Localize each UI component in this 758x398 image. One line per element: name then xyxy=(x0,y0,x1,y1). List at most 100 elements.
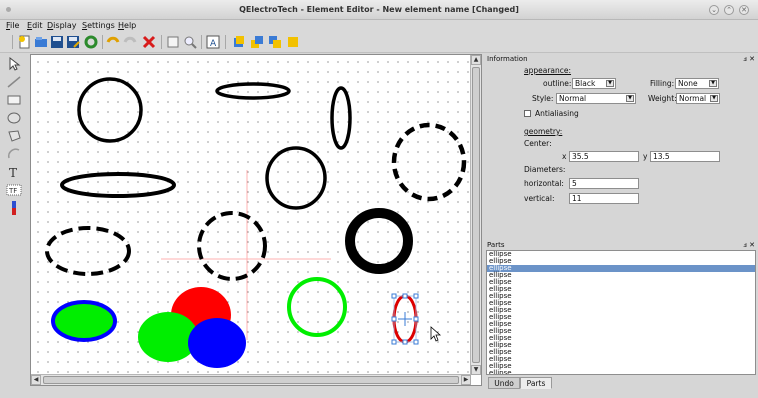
center-y-field[interactable]: 13.5 xyxy=(650,151,720,162)
parts-list-item[interactable]: ellipse xyxy=(487,279,755,286)
text-field-icon[interactable]: TF xyxy=(6,182,22,198)
tab-undo[interactable]: Undo xyxy=(488,377,520,389)
undo-icon[interactable] xyxy=(106,35,120,49)
center-x-field[interactable]: 35.5 xyxy=(569,151,639,162)
resize-handle[interactable] xyxy=(391,293,397,299)
menu-display[interactable]: Display xyxy=(47,21,77,30)
parts-list-item[interactable]: ellipse xyxy=(487,258,755,265)
parts-list-item[interactable]: ellipse xyxy=(487,293,755,300)
filling-select[interactable]: None ▼ xyxy=(675,78,719,89)
scroll-right-icon[interactable]: ▶ xyxy=(461,375,471,385)
parts-list[interactable]: ellipse ellipse ellipse ellipse ellipse ellip… xyxy=(486,250,756,375)
drawing-area[interactable]: ▲ ▼ ◀ ▶ xyxy=(30,54,482,386)
ellipse-shape[interactable] xyxy=(60,172,176,198)
parts-list-item[interactable]: ellipse xyxy=(487,265,755,272)
horizontal-diameter-field[interactable]: 5 xyxy=(569,178,639,189)
selected-ellipse[interactable] xyxy=(391,293,419,345)
close-button[interactable]: ✕ xyxy=(739,5,749,15)
menu-file[interactable]: File xyxy=(6,21,19,30)
ellipse-icon[interactable] xyxy=(6,110,22,126)
parts-list-item[interactable]: ellipse xyxy=(487,272,755,279)
resize-handle[interactable] xyxy=(413,293,419,299)
new-icon[interactable] xyxy=(18,35,32,49)
menu-edit[interactable]: Edit xyxy=(27,21,43,30)
weight-label: Weight: xyxy=(648,94,677,103)
parts-list-item[interactable]: ellipse xyxy=(487,349,755,356)
menu-help[interactable]: Help xyxy=(118,21,136,30)
resize-handle[interactable] xyxy=(413,316,419,322)
terminal-icon[interactable] xyxy=(6,200,22,216)
delete-icon[interactable] xyxy=(142,35,156,49)
resize-handle[interactable] xyxy=(391,339,397,345)
vertical-diameter-field[interactable]: 11 xyxy=(569,193,639,204)
lower-icon[interactable] xyxy=(268,35,282,49)
antialiasing-checkbox[interactable] xyxy=(524,110,531,117)
menu-settings[interactable]: Settings xyxy=(82,21,115,30)
pointer-icon[interactable] xyxy=(6,56,22,72)
ellipse-shape[interactable] xyxy=(265,146,327,210)
save-as-icon[interactable] xyxy=(66,35,80,49)
parts-list-item[interactable]: ellipse xyxy=(487,307,755,314)
ellipse-shape[interactable] xyxy=(330,86,352,150)
scroll-down-icon[interactable]: ▼ xyxy=(471,365,481,375)
arc-icon[interactable] xyxy=(6,146,22,162)
rectangle-icon[interactable] xyxy=(6,92,22,108)
line-icon[interactable] xyxy=(6,74,22,90)
parts-list-item[interactable]: ellipse xyxy=(487,356,755,363)
raise-icon[interactable] xyxy=(250,35,264,49)
resize-handle[interactable] xyxy=(402,339,408,345)
parts-list-item[interactable]: ellipse xyxy=(487,342,755,349)
vertical-scrollbar[interactable]: ▲ ▼ xyxy=(470,55,481,375)
horizontal-scroll-thumb[interactable] xyxy=(43,376,459,384)
weight-select[interactable]: Normal ▼ xyxy=(676,93,720,104)
minimize-button[interactable]: ⌄ xyxy=(709,5,719,15)
resize-handle[interactable] xyxy=(413,339,419,345)
parts-list-item[interactable]: ellipse xyxy=(487,328,755,335)
save-icon[interactable] xyxy=(50,35,64,49)
open-icon[interactable] xyxy=(34,35,48,49)
maximize-button[interactable]: ⌃ xyxy=(724,5,734,15)
parts-list-item[interactable]: ellipse xyxy=(487,370,755,375)
outline-label: outline: xyxy=(543,79,572,88)
bring-forward-icon[interactable] xyxy=(232,35,246,49)
ellipse-shape[interactable] xyxy=(45,226,131,276)
ellipse-shape[interactable] xyxy=(77,77,143,143)
polygon-icon[interactable] xyxy=(6,128,22,144)
ellipse-shape[interactable] xyxy=(345,208,413,274)
toolbar: A xyxy=(0,31,758,53)
parts-list-item[interactable]: ellipse xyxy=(487,286,755,293)
parts-list-item[interactable]: ellipse xyxy=(487,300,755,307)
vertical-scroll-thumb[interactable] xyxy=(472,67,480,363)
text-tool-icon[interactable]: T xyxy=(6,164,22,180)
style-select[interactable]: Normal ▼ xyxy=(556,93,636,104)
reload-icon[interactable] xyxy=(84,35,98,49)
outline-select[interactable]: Black ▼ xyxy=(572,78,616,89)
text-icon[interactable]: A xyxy=(206,35,220,49)
ellipse-shape[interactable] xyxy=(391,122,467,202)
ellipse-shape[interactable] xyxy=(51,300,117,342)
y-label: y xyxy=(643,152,648,161)
chevron-down-icon: ▼ xyxy=(606,80,614,87)
tab-parts[interactable]: Parts xyxy=(520,377,552,389)
select-all-icon[interactable] xyxy=(166,35,180,49)
resize-handle[interactable] xyxy=(402,293,408,299)
parts-list-item[interactable]: ellipse xyxy=(487,321,755,328)
ellipse-shape[interactable] xyxy=(215,82,291,100)
ellipse-shape[interactable] xyxy=(197,211,267,281)
horizontal-scrollbar[interactable]: ◀ ▶ xyxy=(31,374,471,385)
canvas-grid[interactable] xyxy=(31,55,471,375)
parts-list-item[interactable]: ellipse xyxy=(487,251,755,258)
dock-float-close-icon[interactable]: ⅎ ✕ xyxy=(743,54,755,64)
parts-list-item[interactable]: ellipse xyxy=(487,335,755,342)
ellipse-shape[interactable] xyxy=(188,318,246,368)
parts-list-item[interactable]: ellipse xyxy=(487,314,755,321)
resize-handle[interactable] xyxy=(391,316,397,322)
send-backward-icon[interactable] xyxy=(286,35,300,49)
dock-float-close-icon[interactable]: ⅎ ✕ xyxy=(743,240,755,250)
ellipse-shape[interactable] xyxy=(287,277,347,337)
zoom-icon[interactable] xyxy=(183,35,197,49)
redo-icon[interactable] xyxy=(123,35,137,49)
scroll-up-icon[interactable]: ▲ xyxy=(471,55,481,65)
scroll-left-icon[interactable]: ◀ xyxy=(31,375,41,385)
parts-list-item[interactable]: ellipse xyxy=(487,363,755,370)
